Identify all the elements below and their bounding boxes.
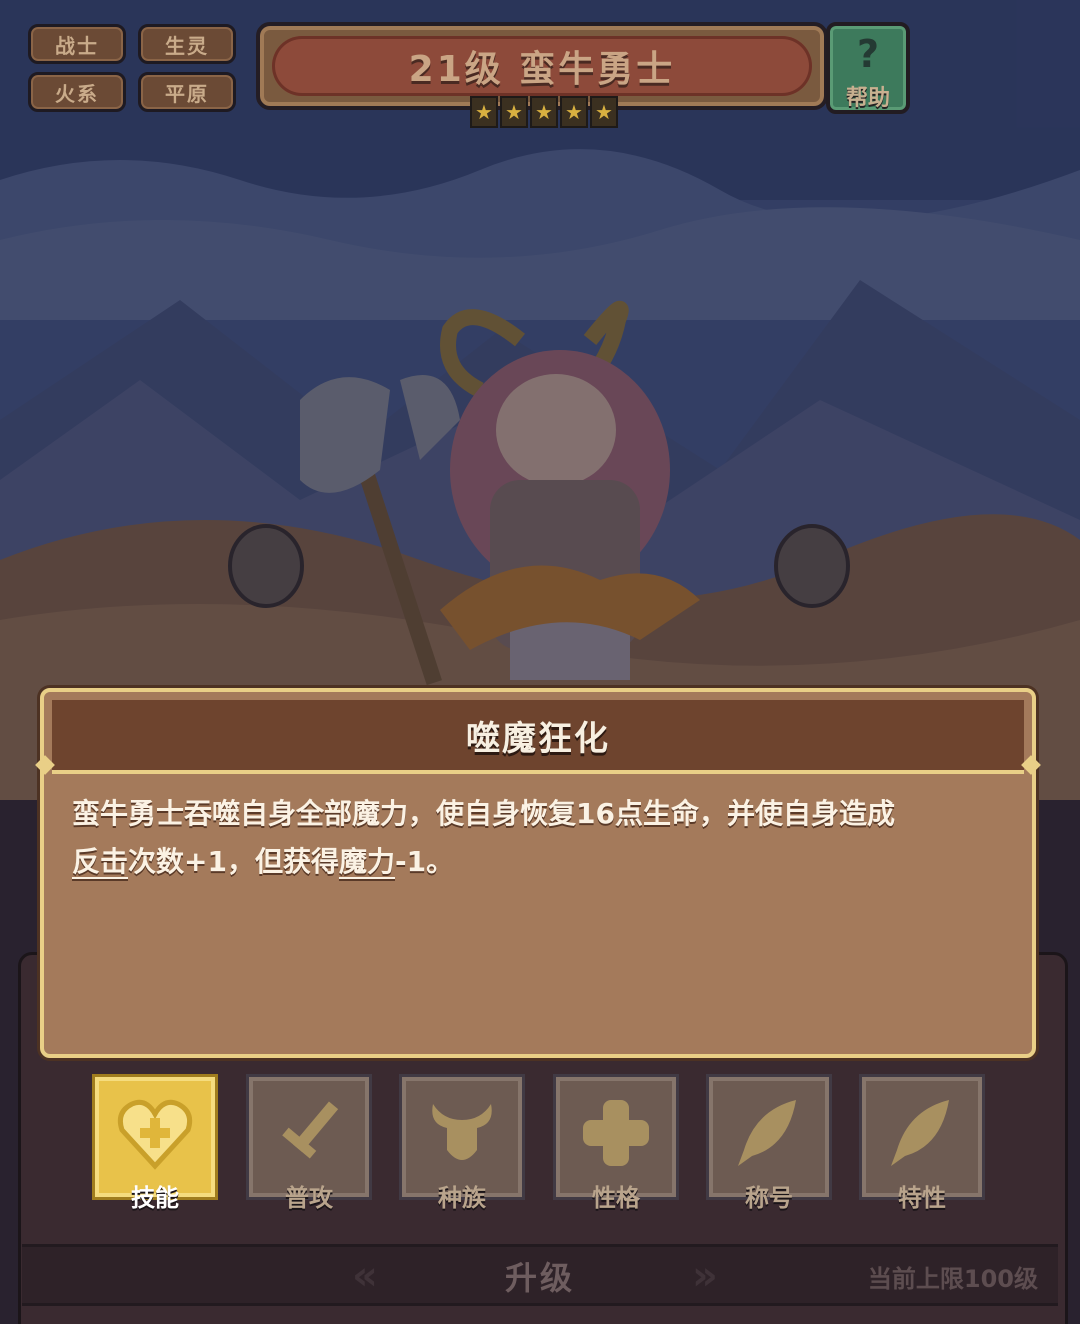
cross-icon — [571, 1088, 661, 1178]
tag-element: 火系 — [28, 72, 126, 112]
skill-title: 噬魔狂化 — [466, 718, 610, 759]
keyword-link-counterattack[interactable]: 反击 — [72, 845, 128, 878]
star-icon: ★ — [590, 96, 618, 128]
skill-popup-header: 噬魔狂化 — [52, 700, 1024, 774]
hero-title: 21级 蛮牛勇士 — [408, 49, 676, 90]
tab-basic-attack[interactable]: 普攻 — [246, 1074, 372, 1212]
help-label: 帮助 — [845, 86, 890, 111]
star-rating: ★ ★ ★ ★ ★ — [470, 96, 618, 128]
tag-race: 生灵 — [138, 24, 236, 64]
question-mark-icon: ? — [856, 32, 880, 76]
tab-skills[interactable]: 技能 — [92, 1074, 218, 1212]
tab-label: 种族 — [438, 1184, 486, 1212]
info-tab-bar: 技能 普攻 种族 性格 称号 特性 — [92, 1074, 992, 1212]
star-icon: ★ — [500, 96, 528, 128]
tab-label: 技能 — [131, 1184, 179, 1212]
tab-personality[interactable]: 性格 — [553, 1074, 679, 1212]
tag-terrain: 平原 — [138, 72, 236, 112]
heart-badge-icon — [110, 1088, 200, 1178]
upgrade-button[interactable]: « » 升级 当前上限100级 — [22, 1244, 1058, 1306]
tab-label: 普攻 — [285, 1184, 333, 1212]
feather-icon — [724, 1088, 814, 1178]
skill-popup: 噬魔狂化 蛮牛勇士吞噬自身全部魔力，使自身恢复16点生命，并使自身造成 反击次数… — [35, 688, 1041, 1058]
level-cap-text: 当前上限100级 — [867, 1265, 1038, 1293]
game-screen: 战士 生灵 火系 平原 21级 蛮牛勇士 ★ ★ ★ ★ ★ ? 帮助 噬魔狂化… — [0, 0, 1080, 1324]
feather-icon — [877, 1088, 967, 1178]
help-button[interactable]: ? 帮助 — [826, 22, 910, 114]
star-icon: ★ — [560, 96, 588, 128]
tab-traits[interactable]: 特性 — [859, 1074, 985, 1212]
sword-icon — [264, 1088, 354, 1178]
tab-race[interactable]: 种族 — [399, 1074, 525, 1212]
star-icon: ★ — [470, 96, 498, 128]
star-icon: ★ — [530, 96, 558, 128]
skill-description: 蛮牛勇士吞噬自身全部魔力，使自身恢复16点生命，并使自身造成 反击次数+1，但获… — [72, 797, 895, 878]
tab-label: 特性 — [898, 1184, 946, 1212]
keyword-link-mana[interactable]: 魔力 — [339, 845, 395, 878]
bull-head-icon — [417, 1088, 507, 1178]
tab-title[interactable]: 称号 — [706, 1074, 832, 1212]
tab-label: 称号 — [745, 1184, 793, 1212]
tab-label: 性格 — [592, 1184, 640, 1212]
tag-class: 战士 — [28, 24, 126, 64]
